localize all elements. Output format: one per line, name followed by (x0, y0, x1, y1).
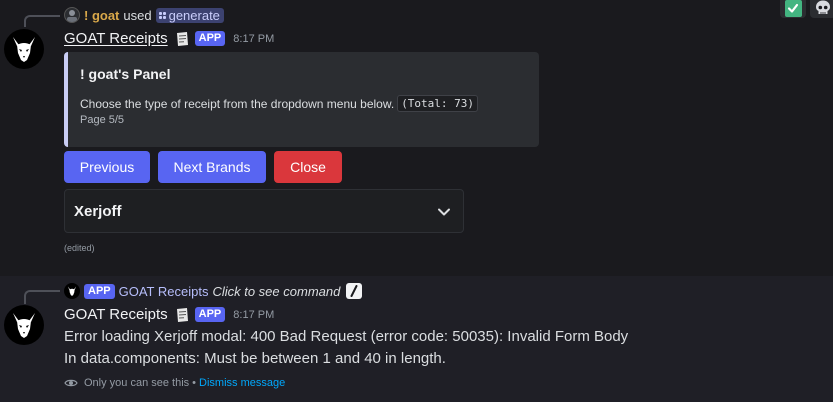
reply-spine (24, 290, 60, 304)
error-message-line: Error loading Xerjoff modal: 400 Bad Req… (64, 328, 629, 345)
user-avatar-icon[interactable] (64, 7, 80, 23)
goat-skull-icon (13, 313, 35, 338)
reactions-bar (780, 0, 833, 18)
bot-name[interactable]: GOAT Receipts (64, 306, 168, 323)
embed-description-text: Choose the type of receipt from the drop… (80, 96, 395, 111)
command-mention[interactable]: generate (155, 7, 224, 23)
slash-command-icon (158, 11, 166, 19)
command-name: generate (168, 7, 220, 23)
timestamp[interactable]: 8:17 PM (233, 309, 274, 321)
embed-title: ! goat's Panel (80, 66, 171, 82)
close-button[interactable]: Close (274, 151, 342, 183)
select-value: Xerjoff (74, 202, 122, 220)
receipt-icon (174, 31, 190, 47)
separator: • (192, 377, 197, 389)
message-1: ! goat used generate GOAT Receipts APP 8… (0, 0, 833, 272)
reference-username[interactable]: ! goat (84, 8, 119, 23)
reference-bot-name[interactable]: GOAT Receipts (119, 284, 209, 299)
message-header: GOAT Receipts APP 8:17 PM (64, 30, 274, 47)
embed-panel: ! goat's Panel Choose the type of receip… (64, 52, 539, 147)
eye-icon (64, 379, 78, 387)
reply-spine (24, 15, 60, 27)
timestamp[interactable]: 8:17 PM (233, 33, 274, 45)
app-tag: APP (194, 31, 226, 46)
bot-avatar[interactable] (4, 29, 44, 69)
next-brands-button[interactable]: Next Brands (158, 151, 266, 183)
check-reaction[interactable] (780, 0, 806, 18)
ephemeral-text: Only you can see this (84, 377, 190, 389)
brand-select[interactable]: Xerjoff (64, 189, 464, 233)
slash-command-icon (346, 283, 363, 299)
total-code: (Total: 73) (397, 95, 479, 112)
reference-verb: used (123, 7, 152, 23)
click-to-see-command[interactable]: Click to see command (212, 284, 340, 299)
ephemeral-notice: Only you can see this • Dismiss message (64, 376, 285, 390)
embed-footer: Page 5/5 (80, 114, 125, 126)
skull-reaction[interactable] (810, 0, 833, 18)
app-tag: APP (194, 307, 226, 322)
previous-button[interactable]: Previous (64, 151, 150, 183)
bot-mini-avatar[interactable] (64, 283, 80, 299)
dismiss-message-link[interactable]: Dismiss message (199, 377, 285, 389)
check-mark-icon (784, 0, 802, 17)
message-header: GOAT Receipts APP 8:17 PM (64, 306, 274, 323)
command-reference[interactable]: APP GOAT Receipts Click to see command (64, 283, 363, 299)
embed-description: Choose the type of receipt from the drop… (80, 95, 479, 112)
skull-icon (816, 0, 830, 14)
goat-skull-icon (13, 37, 35, 62)
app-tag: APP (84, 283, 115, 299)
chevron-down-icon (437, 205, 451, 224)
error-message-line: In data.components: Must be between 1 an… (64, 350, 446, 367)
bot-avatar[interactable] (4, 305, 44, 345)
command-reference[interactable]: ! goat used generate (64, 7, 224, 23)
receipt-icon (174, 307, 190, 323)
bot-name[interactable]: GOAT Receipts (64, 30, 168, 47)
edited-label: (edited) (64, 243, 95, 253)
